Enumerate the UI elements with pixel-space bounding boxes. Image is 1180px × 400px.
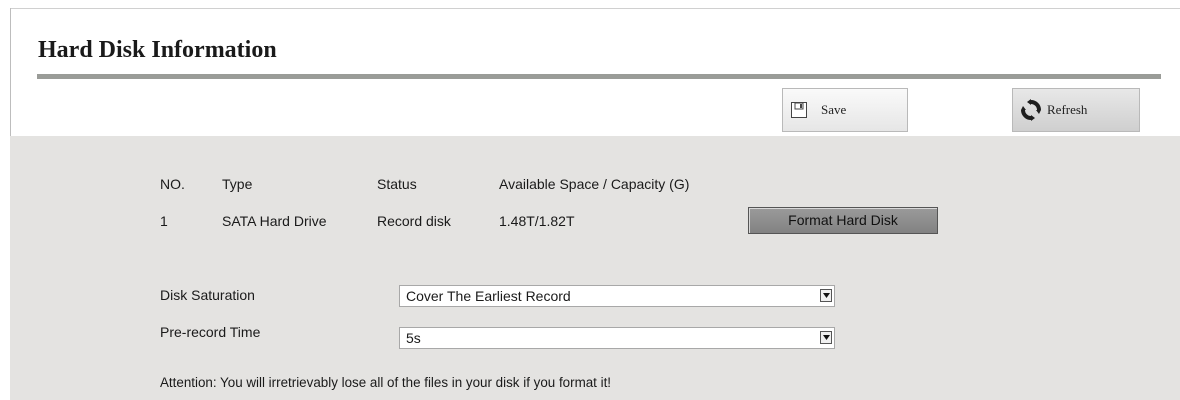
disk-row-status: Record disk (377, 213, 451, 229)
attention-message: Attention: You will irretrievably lose a… (160, 375, 612, 390)
refresh-icon (1019, 98, 1043, 122)
column-header-space: Available Space / Capacity (G) (499, 176, 690, 192)
chevron-down-icon[interactable] (820, 289, 832, 302)
title-divider (37, 74, 1161, 79)
format-hard-disk-button[interactable]: Format Hard Disk (748, 207, 938, 234)
disk-row-space: 1.48T/1.82T (499, 213, 575, 229)
page-title: Hard Disk Information (38, 37, 277, 63)
disk-row-no: 1 (160, 213, 168, 229)
refresh-button[interactable]: Refresh (1012, 88, 1140, 132)
prerecord-time-label: Pre-record Time (160, 324, 261, 340)
refresh-label: Refresh (1047, 102, 1088, 117)
disk-saturation-label: Disk Saturation (160, 287, 255, 303)
save-button[interactable]: Save (782, 88, 908, 132)
panel-left-border (10, 8, 11, 136)
column-header-type: Type (222, 176, 253, 192)
column-header-status: Status (377, 176, 417, 192)
prerecord-time-select[interactable]: 5s (399, 327, 835, 349)
disk-saturation-select[interactable]: Cover The Earliest Record (399, 285, 835, 307)
column-header-no: NO. (160, 176, 185, 192)
panel-top-border (10, 8, 1180, 9)
disk-saturation-value: Cover The Earliest Record (406, 288, 571, 304)
disk-row-type: SATA Hard Drive (222, 213, 327, 229)
save-label: Save (821, 102, 847, 117)
prerecord-time-value: 5s (406, 330, 421, 346)
chevron-down-icon[interactable] (820, 331, 832, 344)
floppy-disk-icon (791, 102, 807, 118)
